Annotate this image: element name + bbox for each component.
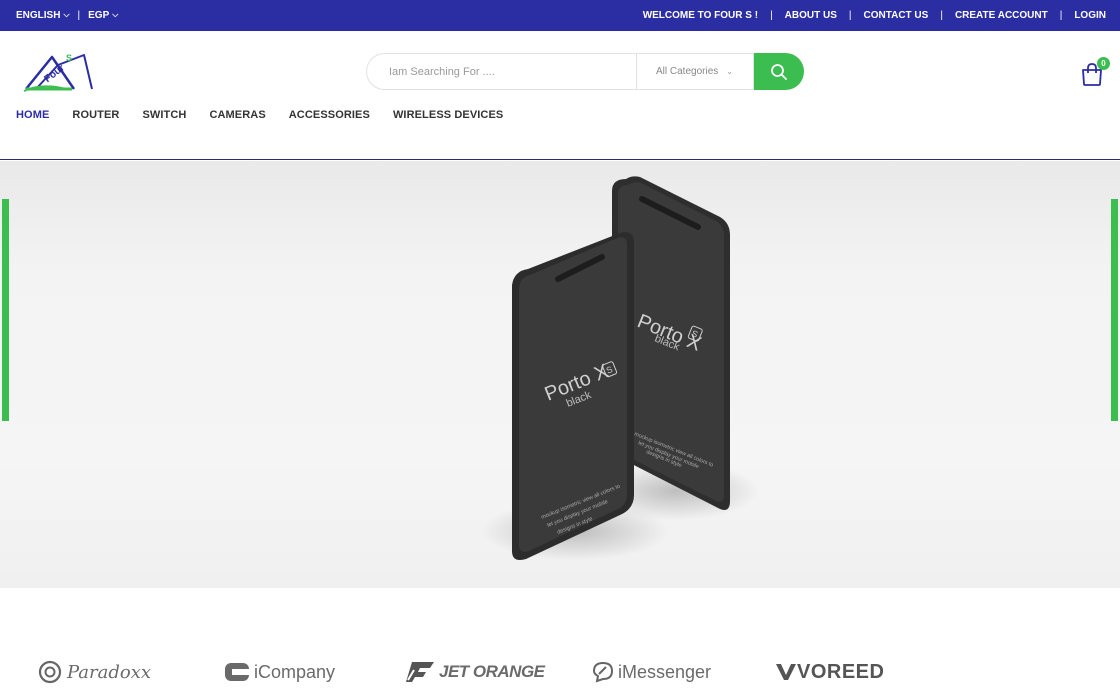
brand-icompany[interactable]: iCompany xyxy=(224,652,335,692)
brand-label: iCompany xyxy=(254,661,336,682)
top-bar: ENGLISH ⌵ | EGP ⌵ WELCOME TO FOUR S ! | AB… xyxy=(0,0,1120,31)
slider-prev-button[interactable] xyxy=(2,199,9,421)
nav-item-switch[interactable]: SWITCH xyxy=(142,109,186,121)
brand-label: VOREED xyxy=(797,660,885,683)
divider: | xyxy=(848,10,852,21)
header: Four S All Categories ⌄ 0 HOME ROUTER SW… xyxy=(0,31,1120,160)
nav-item-home[interactable]: HOME xyxy=(16,109,49,121)
search-bar: All Categories ⌄ xyxy=(366,53,804,90)
voreed-icon xyxy=(776,663,796,680)
imessenger-icon xyxy=(592,661,614,683)
brand-label: Paradoxx xyxy=(67,661,152,683)
divider: | xyxy=(770,10,773,21)
brand-jet-orange[interactable]: JET ORANGE xyxy=(406,652,545,692)
contact-us-link[interactable]: CONTACT US xyxy=(864,10,929,21)
hero-phones-image: Porto X black S mockup isometric view al… xyxy=(512,176,730,560)
jet-orange-icon xyxy=(406,662,434,682)
welcome-text: WELCOME TO FOUR S ! xyxy=(642,10,759,21)
paradoxx-icon xyxy=(38,660,62,684)
main-nav: HOME ROUTER SWITCH CAMERAS ACCESSORIES W… xyxy=(16,109,526,121)
brand-imessenger[interactable]: iMessenger xyxy=(591,652,711,692)
search-input[interactable] xyxy=(366,53,637,90)
front-phone: Porto X black S mockup isometric view al… xyxy=(512,232,634,560)
slider-next-button[interactable] xyxy=(1111,199,1118,421)
hero-slider: Porto X black S mockup isometric view al… xyxy=(0,161,1120,588)
divider: | xyxy=(1059,10,1063,21)
brand-paradoxx[interactable]: Paradoxx xyxy=(38,652,151,692)
site-logo[interactable]: Four S xyxy=(22,49,96,95)
language-selector[interactable]: ENGLISH ⌵ xyxy=(16,10,70,21)
currency-selector[interactable]: EGP ⌵ xyxy=(88,10,118,21)
brand-voreed[interactable]: VOREED xyxy=(776,652,884,692)
cart-button[interactable]: 0 xyxy=(1079,57,1111,87)
cart-count-badge: 0 xyxy=(1097,57,1110,70)
login-link[interactable]: LOGIN xyxy=(1074,10,1106,21)
nav-item-wireless-devices[interactable]: WIRELESS DEVICES xyxy=(393,109,503,121)
category-select[interactable]: All Categories ⌄ xyxy=(636,53,754,90)
brand-logos: Paradoxx iCompany JET ORANGE iMessenger … xyxy=(0,652,1120,696)
topbar-left: ENGLISH ⌵ | EGP ⌵ xyxy=(16,0,118,31)
divider: | xyxy=(940,10,943,21)
chevron-down-icon: ⌄ xyxy=(726,67,733,76)
search-button[interactable] xyxy=(754,53,804,90)
brand-label: JET ORANGE xyxy=(439,662,545,681)
chevron-down-icon: ⌵ xyxy=(112,10,119,19)
language-label: ENGLISH xyxy=(16,10,61,21)
search-icon xyxy=(771,63,787,80)
divider: | xyxy=(77,10,81,21)
logo-icon: Four S xyxy=(23,53,93,92)
brand-label: iMessenger xyxy=(618,661,712,682)
chevron-down-icon: ⌵ xyxy=(63,10,70,19)
icompany-icon xyxy=(225,663,249,681)
svg-text:S: S xyxy=(66,53,72,63)
nav-item-cameras[interactable]: CAMERAS xyxy=(209,109,265,121)
nav-item-accessories[interactable]: ACCESSORIES xyxy=(289,109,370,121)
create-account-link[interactable]: CREATE ACCOUNT xyxy=(955,10,1048,21)
category-select-label: All Categories xyxy=(656,66,719,77)
about-us-link[interactable]: ABOUT US xyxy=(785,10,837,21)
topbar-links: WELCOME TO FOUR S ! | ABOUT US | CONTACT… xyxy=(643,0,1106,31)
currency-label: EGP xyxy=(88,10,110,21)
nav-item-router[interactable]: ROUTER xyxy=(72,109,119,121)
